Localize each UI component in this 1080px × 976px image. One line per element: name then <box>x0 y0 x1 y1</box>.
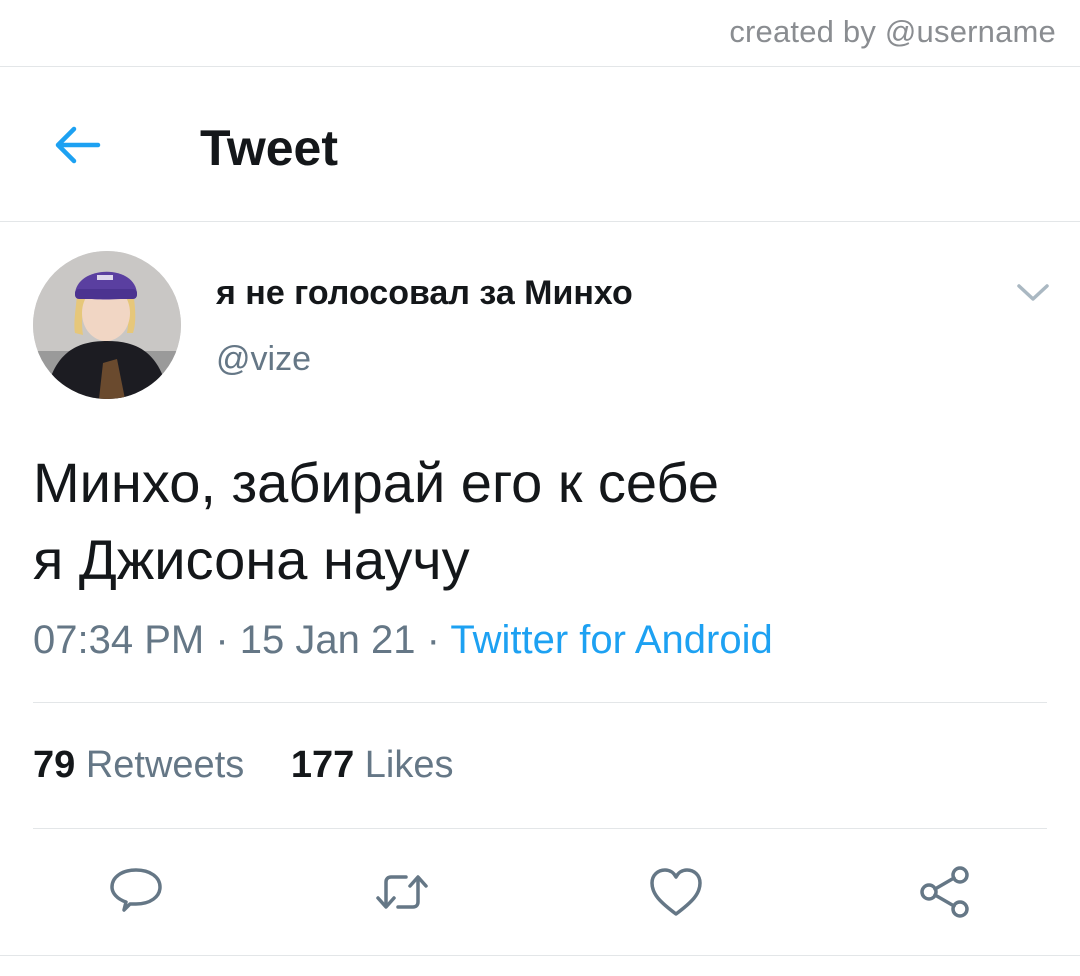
author-handle[interactable]: @vize <box>216 340 311 379</box>
credit-bar: created by @username <box>0 0 1080 67</box>
top-bar: Tweet <box>0 67 1080 222</box>
likes-count: 177 <box>290 744 355 786</box>
like-button[interactable] <box>646 862 706 922</box>
arrow-left-icon <box>55 126 101 164</box>
heart-icon <box>650 868 702 916</box>
tweet-source-link[interactable]: Twitter for Android <box>450 618 772 662</box>
avatar-image <box>33 251 181 399</box>
divider <box>33 828 1047 829</box>
retweet-icon <box>376 875 428 909</box>
likes-label: Likes <box>364 744 454 786</box>
tweet-meta: 07:34 PM · 15 Jan 21 · Twitter for Andro… <box>33 618 773 663</box>
tweet-line: я Джисона научу <box>33 528 470 591</box>
tweet-date: 15 Jan 21 <box>239 618 416 662</box>
back-button[interactable] <box>50 125 104 165</box>
more-options-button[interactable] <box>1014 280 1052 306</box>
divider <box>0 955 1080 956</box>
reply-button[interactable] <box>106 862 166 922</box>
likes-stat[interactable]: 177 Likes <box>291 744 454 787</box>
author-display-name[interactable]: я не голосовал за Минхо <box>216 274 633 313</box>
meta-separator: · <box>215 618 229 662</box>
retweets-stat[interactable]: 79 Retweets <box>33 744 244 787</box>
tweet-screen: created by @username Tweet я не голосова… <box>0 0 1080 976</box>
share-icon <box>920 866 969 918</box>
share-button[interactable] <box>914 862 974 922</box>
tweet-text: Минхо, забирай его к себе я Джисона науч… <box>33 444 1033 598</box>
tweet-time: 07:34 PM <box>33 618 205 662</box>
retweets-label: Retweets <box>85 744 245 786</box>
tweet-stats: 79 Retweets 177 Likes <box>33 744 490 787</box>
divider <box>33 702 1047 703</box>
tweet-line: Минхо, забирай его к себе <box>33 451 719 514</box>
page-title: Tweet <box>200 120 338 176</box>
meta-separator: · <box>426 618 440 662</box>
retweet-button[interactable] <box>372 862 432 922</box>
credit-text: created by @username <box>729 14 1056 49</box>
chevron-down-icon <box>1017 284 1049 301</box>
reply-icon <box>110 868 162 912</box>
avatar[interactable] <box>33 251 181 399</box>
retweets-count: 79 <box>33 744 76 786</box>
